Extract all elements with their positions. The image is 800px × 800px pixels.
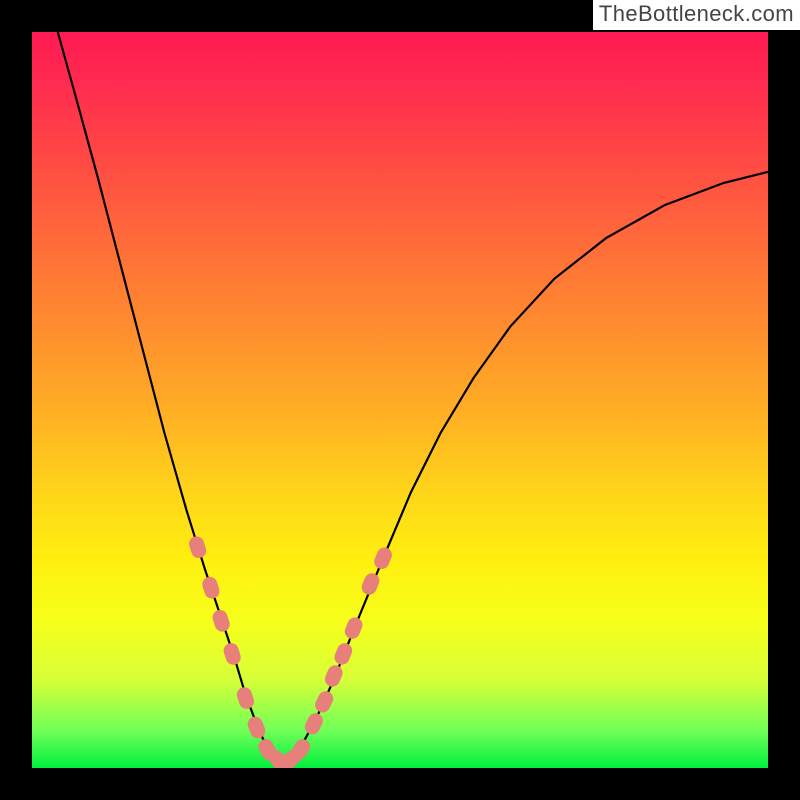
chart-frame: TheBottleneck.com [0,0,800,800]
chart-gradient-background [32,32,768,768]
watermark-label: TheBottleneck.com [593,0,800,30]
